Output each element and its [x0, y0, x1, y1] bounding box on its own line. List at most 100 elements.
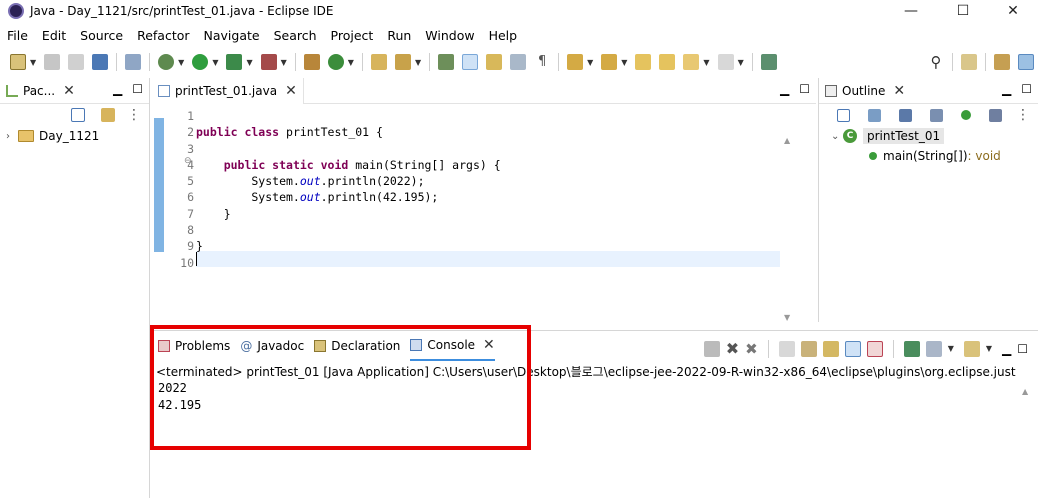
- back-dropdown-icon[interactable]: ▼: [703, 58, 709, 67]
- debug-dropdown-icon[interactable]: ▼: [178, 58, 184, 67]
- last-edit-location-icon[interactable]: [635, 54, 652, 70]
- coverage-dropdown-icon[interactable]: ▼: [246, 58, 252, 67]
- new-class-icon[interactable]: [327, 54, 344, 70]
- pin-editor-icon[interactable]: [760, 54, 777, 70]
- open-type-icon[interactable]: [370, 54, 387, 70]
- maximize-view-icon[interactable]: ☐: [132, 82, 143, 96]
- view-menu-icon[interactable]: ⋮: [127, 107, 141, 123]
- external-tools-dropdown-icon[interactable]: ▼: [281, 58, 287, 67]
- save-icon[interactable]: [44, 54, 61, 70]
- maximize-view-icon[interactable]: ☐: [1017, 342, 1028, 356]
- open-console-icon[interactable]: [963, 340, 980, 357]
- maximize-view-icon[interactable]: ☐: [1021, 82, 1032, 96]
- scroll-up-icon[interactable]: ▲: [1022, 387, 1028, 396]
- minimize-button[interactable]: —: [888, 0, 934, 22]
- vertical-scrollbar[interactable]: ▲ ▼: [782, 136, 794, 322]
- hide-static-icon[interactable]: [930, 108, 943, 122]
- view-menu-icon[interactable]: ⋮: [1016, 107, 1030, 123]
- tree-item-project[interactable]: › Day_1121: [0, 126, 149, 146]
- highlight-icon[interactable]: [462, 54, 479, 70]
- chevron-right-icon[interactable]: ›: [6, 131, 18, 142]
- next-annotation-icon[interactable]: [567, 54, 584, 70]
- open-perspective-icon[interactable]: [961, 54, 977, 70]
- terminate-icon[interactable]: [703, 340, 720, 357]
- new-icon[interactable]: [10, 54, 26, 70]
- new-dropdown-icon[interactable]: ▼: [30, 58, 36, 67]
- forward-edit-icon[interactable]: [659, 54, 676, 70]
- new-class-dropdown-icon[interactable]: ▼: [348, 58, 354, 67]
- remove-all-terminated-icon[interactable]: ✖: [745, 340, 758, 358]
- show-on-error-icon[interactable]: [866, 340, 883, 357]
- source-code[interactable]: public class printTest_01 { public stati…: [196, 108, 501, 271]
- pin-console-icon[interactable]: [903, 340, 920, 357]
- new-java-package-icon[interactable]: [303, 54, 320, 70]
- close-icon[interactable]: ✕: [285, 83, 297, 99]
- forward-arrow-icon[interactable]: [717, 54, 734, 70]
- menu-edit[interactable]: Edit: [35, 28, 73, 43]
- previous-annotation-dropdown-icon[interactable]: ▼: [621, 58, 627, 67]
- outline-method-item[interactable]: main(String[]) : void: [819, 146, 1038, 166]
- sort-icon[interactable]: [868, 108, 881, 122]
- close-window-button[interactable]: ✕: [990, 0, 1036, 22]
- run-dropdown-icon[interactable]: ▼: [212, 58, 218, 67]
- tab-printtest-01-java[interactable]: printTest_01.java ✕: [152, 77, 304, 104]
- save-all-icon[interactable]: [68, 54, 85, 70]
- open-task-icon[interactable]: [394, 54, 411, 70]
- menu-file[interactable]: File: [0, 28, 35, 43]
- tab-outline[interactable]: Outline ✕: [819, 78, 911, 104]
- pilcrow-icon[interactable]: ¶: [534, 54, 551, 70]
- toggle-mark-occurrences-icon[interactable]: [438, 54, 455, 70]
- show-whitespace-icon[interactable]: [510, 54, 527, 70]
- collapse-all-icon[interactable]: [837, 108, 850, 122]
- coverage-icon[interactable]: [226, 54, 243, 70]
- menu-window[interactable]: Window: [418, 28, 481, 43]
- terminal-icon[interactable]: [92, 54, 109, 70]
- console-scrollbar[interactable]: ▲: [1022, 383, 1034, 495]
- menu-search[interactable]: Search: [267, 28, 324, 43]
- remove-launch-icon[interactable]: ✖: [726, 339, 739, 358]
- clear-console-icon[interactable]: [778, 340, 795, 357]
- link-with-editor-icon[interactable]: [101, 108, 115, 122]
- collapse-all-icon[interactable]: [71, 108, 85, 122]
- minimize-view-icon[interactable]: ▁: [113, 82, 122, 96]
- menu-source[interactable]: Source: [73, 28, 130, 43]
- run-icon[interactable]: [192, 54, 209, 70]
- minimize-view-icon[interactable]: ▁: [1002, 82, 1011, 96]
- outline-class-item[interactable]: ⌄ C printTest_01: [819, 126, 1038, 146]
- scroll-lock-icon[interactable]: [800, 340, 817, 357]
- word-wrap-icon[interactable]: [822, 340, 839, 357]
- menu-run[interactable]: Run: [380, 28, 418, 43]
- scroll-down-icon[interactable]: ▼: [784, 313, 790, 322]
- chevron-down-icon[interactable]: ⌄: [831, 131, 843, 142]
- close-icon[interactable]: ✕: [63, 83, 75, 99]
- minimize-view-icon[interactable]: ▁: [1002, 342, 1011, 356]
- java-ee-perspective-icon[interactable]: [994, 54, 1010, 70]
- debug-icon[interactable]: [158, 54, 175, 70]
- hide-local-types-icon[interactable]: [989, 108, 1002, 122]
- forward-dropdown-icon[interactable]: ▼: [738, 58, 744, 67]
- back-arrow-icon[interactable]: [683, 54, 700, 70]
- menu-navigate[interactable]: Navigate: [197, 28, 267, 43]
- open-task-dropdown-icon[interactable]: ▼: [415, 58, 421, 67]
- open-console-dropdown-icon[interactable]: ▼: [986, 344, 992, 353]
- block-selection-icon[interactable]: [486, 54, 503, 70]
- hide-non-public-icon[interactable]: [961, 110, 971, 120]
- maximize-view-icon[interactable]: ☐: [799, 82, 810, 96]
- menu-project[interactable]: Project: [324, 28, 381, 43]
- search-icon[interactable]: ⚲: [928, 54, 944, 70]
- tab-package-explorer[interactable]: Pac... ✕: [0, 78, 81, 104]
- display-console-dropdown-icon[interactable]: ▼: [948, 344, 954, 353]
- menu-help[interactable]: Help: [482, 28, 525, 43]
- next-annotation-dropdown-icon[interactable]: ▼: [587, 58, 593, 67]
- display-console-icon[interactable]: [925, 340, 942, 357]
- hide-fields-icon[interactable]: [899, 108, 912, 122]
- previous-annotation-icon[interactable]: [601, 54, 618, 70]
- java-perspective-icon[interactable]: [1018, 54, 1034, 70]
- menu-refactor[interactable]: Refactor: [130, 28, 196, 43]
- fold-icon[interactable]: ⊖: [184, 156, 192, 166]
- external-tools-icon[interactable]: [260, 54, 277, 70]
- minimize-view-icon[interactable]: ▁: [780, 82, 789, 96]
- close-icon[interactable]: ✕: [893, 83, 905, 99]
- show-on-output-icon[interactable]: [844, 340, 861, 357]
- skip-breakpoints-icon[interactable]: [125, 54, 142, 70]
